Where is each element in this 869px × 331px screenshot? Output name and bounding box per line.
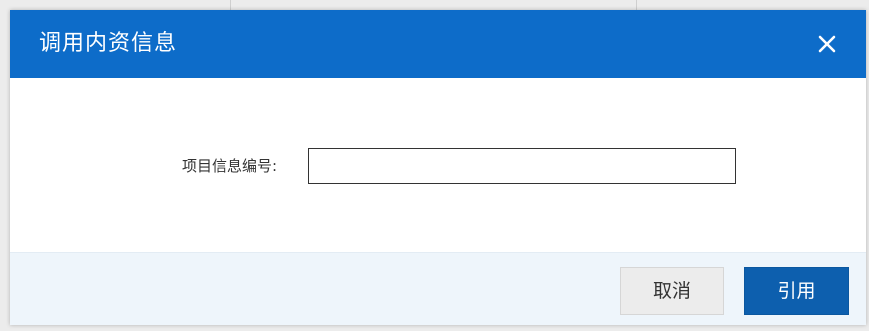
reference-dialog: 调用内资信息 项目信息编号: 取消 引用 bbox=[10, 10, 866, 325]
backdrop-divider bbox=[636, 0, 637, 10]
dialog-footer: 取消 引用 bbox=[10, 252, 866, 325]
dialog-title: 调用内资信息 bbox=[39, 31, 178, 56]
dialog-body: 项目信息编号: bbox=[10, 78, 866, 252]
backdrop-divider bbox=[230, 0, 231, 10]
close-icon bbox=[818, 35, 836, 53]
project-number-label: 项目信息编号: bbox=[182, 157, 278, 175]
cancel-button[interactable]: 取消 bbox=[620, 267, 724, 315]
close-button[interactable] bbox=[810, 27, 844, 61]
dialog-header: 调用内资信息 bbox=[10, 10, 866, 78]
project-number-input[interactable] bbox=[308, 148, 736, 184]
reference-button[interactable]: 引用 bbox=[744, 267, 849, 315]
